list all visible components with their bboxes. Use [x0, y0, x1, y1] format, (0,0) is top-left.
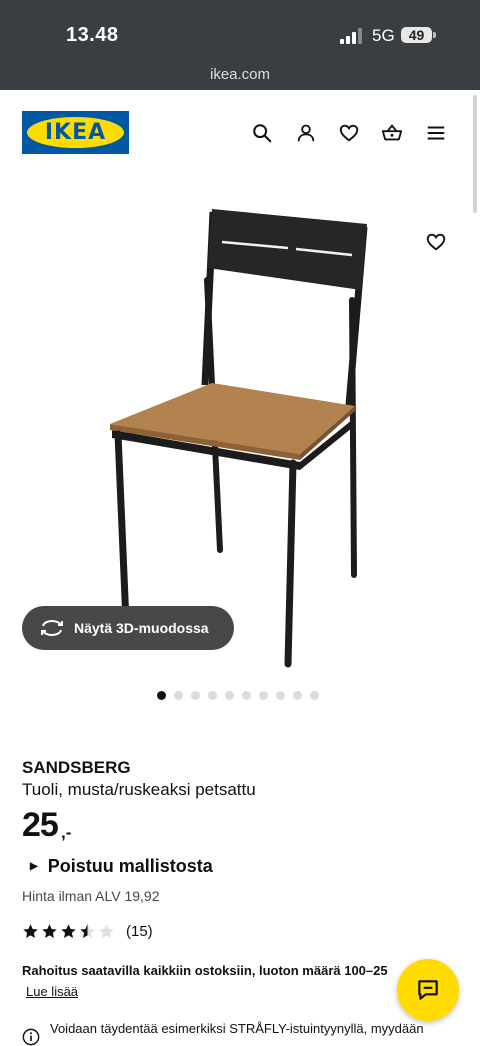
product-price: 25: [22, 806, 59, 844]
rotate-icon: [41, 619, 63, 637]
view-3d-button[interactable]: Näytä 3D-muodossa: [22, 606, 234, 650]
info-text: Voidaan täydentää esimerkiksi STRÅFLY-is…: [50, 1021, 424, 1036]
account-icon[interactable]: [295, 122, 317, 144]
battery-icon: 49: [401, 27, 432, 43]
caret-right-icon: ▶: [30, 861, 38, 872]
chat-icon: [418, 980, 438, 1000]
star-icon: [23, 924, 38, 938]
review-count: (15): [126, 923, 153, 940]
basket-icon[interactable]: [381, 122, 403, 144]
product-description: Tuoli, musta/ruskeaksi petsattu: [22, 780, 256, 799]
price-suffix: ,-: [61, 823, 72, 842]
signal-icon: [340, 28, 362, 44]
gallery-dot[interactable]: [310, 691, 319, 700]
network-type: 5G: [372, 26, 395, 45]
logo-text: IKEA: [44, 120, 107, 145]
view-3d-label: Näytä 3D-muodossa: [74, 620, 209, 636]
add-to-wishlist-icon[interactable]: [425, 231, 447, 253]
gallery-dot[interactable]: [259, 691, 268, 700]
logo-oval: IKEA: [27, 117, 124, 148]
gallery-dot[interactable]: [157, 691, 166, 700]
menu-icon[interactable]: [425, 122, 447, 144]
gallery-dot[interactable]: [191, 691, 200, 700]
address-bar[interactable]: ikea.com: [0, 66, 480, 83]
heart-icon[interactable]: [338, 122, 360, 144]
info-note: Voidaan täydentää esimerkiksi STRÅFLY-is…: [22, 1020, 462, 1046]
status-bar: 13.48 5G 49 ikea.com: [0, 0, 480, 90]
star-icon: [61, 924, 76, 938]
gallery-dot[interactable]: [225, 691, 234, 700]
product-rating[interactable]: (15): [22, 923, 153, 940]
gallery-dot[interactable]: [242, 691, 251, 700]
ikea-logo[interactable]: IKEA: [22, 111, 129, 154]
gallery-dot[interactable]: [276, 691, 285, 700]
gallery-dot[interactable]: [174, 691, 183, 700]
gallery-dot[interactable]: [208, 691, 217, 700]
search-icon[interactable]: [251, 122, 273, 144]
gallery-dot[interactable]: [293, 691, 302, 700]
discontinued-status[interactable]: ▶ Poistuu mallistosta: [30, 856, 213, 877]
read-more-link[interactable]: Lue lisää: [26, 984, 78, 999]
price-without-vat: Hinta ilman ALV 19,92: [22, 888, 160, 904]
chat-button[interactable]: [397, 959, 459, 1021]
product-name: SANDSBERG: [22, 758, 131, 777]
status-time: 13.48: [66, 24, 119, 46]
battery-tip: [433, 32, 436, 38]
star-icon: [99, 924, 114, 938]
gallery-dots: [157, 691, 319, 700]
discontinued-label: Poistuu mallistosta: [47, 856, 213, 876]
rating-stars: [22, 923, 117, 940]
star-icon: [42, 924, 57, 938]
financing-text: Rahoitus saatavilla kaikkiin ostoksiin, …: [22, 963, 388, 978]
star-icon: [80, 924, 95, 938]
info-icon: [22, 1028, 40, 1046]
